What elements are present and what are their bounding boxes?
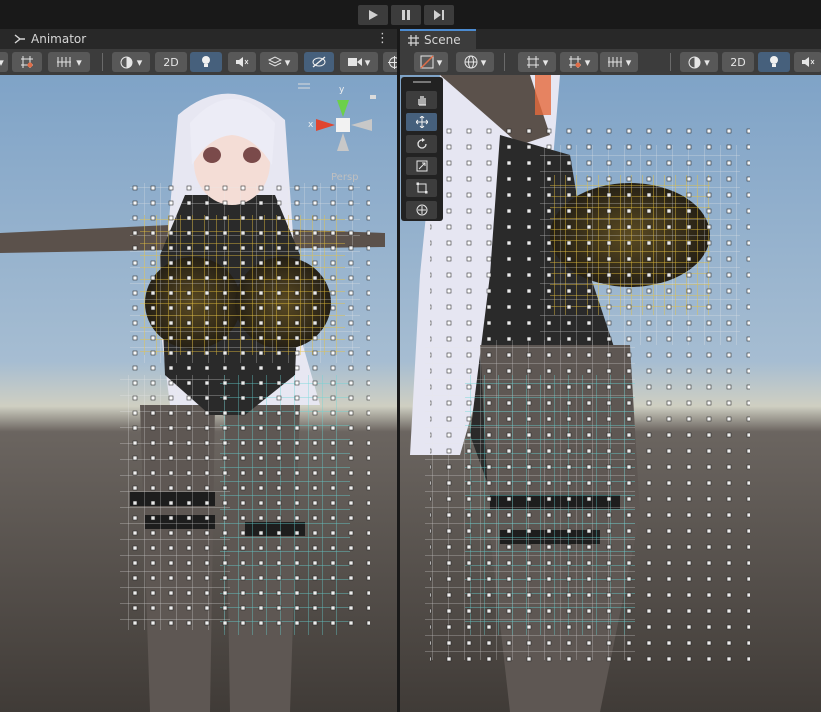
snap-grid-icon[interactable] [12,52,42,72]
lighting-toggle-icon[interactable] [190,52,222,72]
transform-tool-icon[interactable] [406,201,437,219]
snap-settings-icon[interactable]: ▾ [560,52,598,72]
scene-icon [408,34,419,46]
shading-mode-icon[interactable]: ▾ [112,52,150,72]
hidden-objects-icon[interactable] [304,52,334,72]
tab-animator-label: Animator [31,32,87,46]
panel-menu-icon[interactable]: ⋮ [376,31,389,46]
play-button[interactable] [358,5,388,25]
lighting-toggle-icon[interactable] [758,52,790,72]
scale-tool-icon[interactable] [406,157,437,175]
step-icon [434,10,444,20]
right-tab-bar: Scene [400,29,821,49]
scene-tools-overlay [401,77,443,221]
left-scene-toolbar: ▾ ▾ ▾ 2D ▾ ▾ [0,49,405,76]
tab-scene[interactable]: Scene [400,29,476,49]
pause-icon [402,10,410,20]
overlay-drag-handle[interactable] [413,81,431,83]
grid-visibility-icon[interactable]: ▾ [600,52,638,72]
hand-tool-icon[interactable] [406,91,437,109]
left-viewport-render [0,75,397,712]
effects-icon[interactable]: ▾ [260,52,298,72]
left-scene-viewport[interactable] [0,75,397,712]
rotate-tool-icon[interactable] [406,135,437,153]
play-icon [369,10,378,20]
tab-animator[interactable]: Animator [6,29,95,49]
right-scene-toolbar: ▾ ▾ ▾ ▾ ▾ ▾ 2D [400,49,821,76]
tab-scene-label: Scene [424,33,461,47]
shading-mode-icon[interactable]: ▾ [680,52,718,72]
rect-tool-icon[interactable] [406,179,437,197]
audio-mute-icon[interactable] [228,52,256,72]
gizmo-x-label: x [308,120,314,130]
play-toolbar [0,0,821,29]
dropdown-arrow-icon[interactable]: ▾ [0,52,8,72]
step-button[interactable] [424,5,454,25]
draw-mode-icon[interactable]: ▾ [414,52,448,72]
audio-mute-icon[interactable] [794,52,821,72]
2d-toggle-button[interactable]: 2D [155,52,187,72]
2d-toggle-button[interactable]: 2D [722,52,754,72]
globe-icon[interactable]: ▾ [456,52,494,72]
grid-visibility-icon[interactable]: ▾ [48,52,90,72]
pause-button[interactable] [391,5,421,25]
move-tool-icon[interactable] [406,113,437,131]
camera-icon[interactable]: ▾ [340,52,378,72]
gizmo-y-label: y [339,85,345,95]
right-scene-viewport[interactable] [400,75,821,712]
left-tab-bar: Animator ⋮ [0,29,397,49]
right-viewport-render [400,75,821,712]
perspective-label[interactable]: Persp [331,172,359,183]
snap-grid-icon[interactable]: ▾ [518,52,556,72]
animator-icon [14,34,25,44]
